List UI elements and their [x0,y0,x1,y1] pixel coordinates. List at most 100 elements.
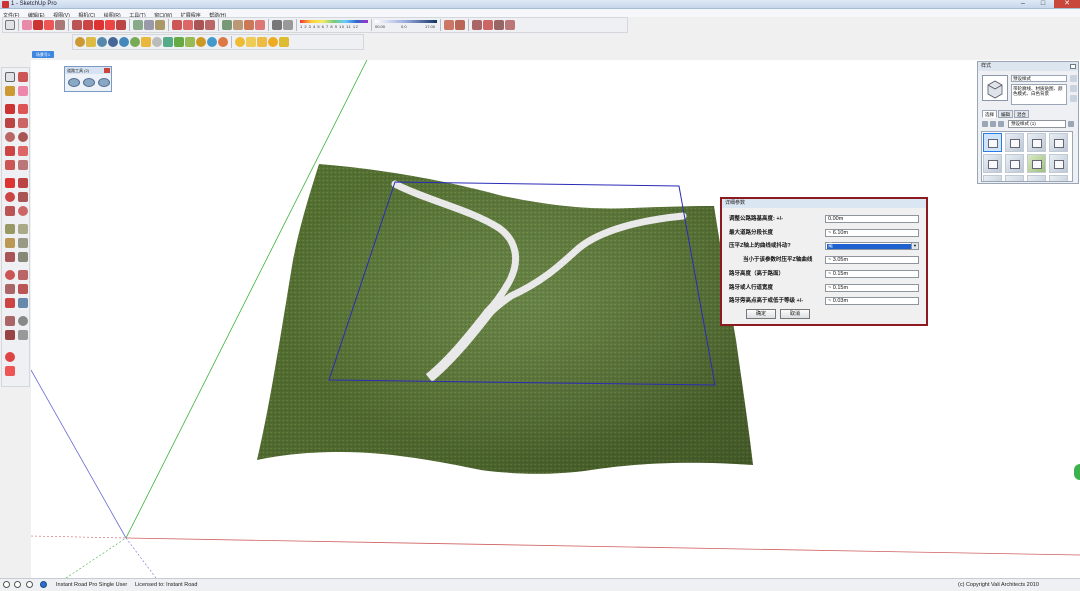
road-network-icon[interactable] [83,78,95,87]
scale-tool-icon[interactable] [5,206,15,216]
style-swatch[interactable] [983,154,1002,173]
road-edit-icon[interactable] [163,37,173,47]
scale-icon[interactable] [105,20,115,30]
road-settings-icon[interactable] [141,37,151,47]
style-swatch[interactable] [1005,133,1024,152]
chevron-down-icon[interactable]: ▼ [911,243,918,249]
arc-icon[interactable] [44,20,54,30]
zoom-tool-icon[interactable] [5,284,15,294]
sandbox-icon[interactable] [222,20,232,30]
style-swatch[interactable] [1049,154,1068,173]
make-component-icon[interactable] [18,72,28,82]
road-gear-icon[interactable] [5,352,15,362]
section-plane-icon[interactable] [18,330,28,340]
curb-height-input[interactable]: ~ 0.15m [825,270,919,278]
fog-icon[interactable] [283,20,293,30]
style-swatch[interactable] [983,175,1002,181]
road-terrain-icon[interactable] [130,37,140,47]
shadow-icon[interactable] [272,20,282,30]
components-icon[interactable] [244,20,254,30]
road-intersection-icon[interactable] [185,37,195,47]
road-height-input[interactable]: 0.00m [825,215,919,223]
sun-icon[interactable] [235,37,245,47]
pin-icon[interactable] [279,37,289,47]
zoom-icon[interactable] [194,20,204,30]
pan-icon[interactable] [183,20,193,30]
style-name-field[interactable]: 预设样式 [1011,75,1067,82]
road-draw-icon[interactable] [68,78,80,87]
maximize-button[interactable]: □ [1034,0,1052,8]
curb-offset-input[interactable]: ~ 0.03m [825,297,919,305]
side-extension-icon[interactable] [1074,464,1080,480]
line-icon[interactable] [5,104,15,114]
zoom-extents-tool-icon[interactable] [5,298,15,308]
orbit-tool-icon[interactable] [5,270,15,280]
select-icon[interactable] [5,72,15,82]
outliner-icon[interactable] [494,20,504,30]
paint-bucket-icon[interactable] [155,20,165,30]
style-swatch[interactable] [1027,133,1046,152]
flatten-z-select[interactable]: 是 ▼ [825,242,919,250]
user-icon[interactable] [26,581,33,588]
3d-text-icon[interactable] [18,252,28,262]
curb-width-input[interactable]: ~ 0.15m [825,284,919,292]
previous-view-icon[interactable] [18,298,28,308]
road-tool-icon[interactable] [75,37,85,47]
tape-icon[interactable] [5,224,15,234]
scene-tab[interactable]: 场景号1 [32,51,54,58]
style-swatch[interactable] [1027,154,1046,173]
create-style-icon[interactable] [1070,75,1077,82]
road-bridge-icon[interactable] [174,37,184,47]
pin-icon[interactable] [1070,64,1076,69]
road-grid-icon[interactable] [5,366,15,376]
rotate2-icon[interactable] [5,192,15,202]
road-pad-icon[interactable] [98,78,110,87]
minimize-button[interactable]: – [1014,0,1032,8]
pencil-icon[interactable] [33,20,43,30]
text-icon[interactable] [18,238,28,248]
followme2-icon[interactable] [18,192,28,202]
rotate-tool-icon[interactable] [5,160,15,170]
flag-icon[interactable] [246,37,256,47]
protractor-icon[interactable] [5,238,15,248]
pan-tool-icon[interactable] [18,270,28,280]
circle-icon[interactable] [18,118,28,128]
paint-icon[interactable] [5,86,15,96]
section-icon[interactable] [472,20,482,30]
rect-icon[interactable] [5,118,15,128]
arrow-icon[interactable] [257,37,267,47]
tab-mix[interactable]: 混合 [1014,110,1029,118]
offset-icon[interactable] [116,20,126,30]
offset-tool-icon[interactable] [18,206,28,216]
light-icon[interactable] [268,37,278,47]
entity-info-icon[interactable] [505,20,515,30]
tab-edit[interactable]: 编辑 [998,110,1013,118]
style-swatch[interactable] [1049,175,1068,181]
style-swatch[interactable] [1005,175,1024,181]
road-path-icon[interactable] [86,37,96,47]
style-swatch[interactable] [983,133,1002,152]
tape-measure-icon[interactable] [133,20,143,30]
arc-tool-icon[interactable] [18,132,28,142]
ok-button[interactable]: 确定 [746,309,776,319]
credits-icon[interactable] [14,581,21,588]
axes-icon[interactable] [5,252,15,262]
arc2-icon[interactable] [5,146,15,156]
geo-location-icon[interactable] [3,581,10,588]
refresh-style-icon[interactable] [1070,95,1077,102]
cancel-button[interactable]: 取消 [780,309,810,319]
pushpull-tool-icon[interactable] [18,178,28,188]
road-grade-icon[interactable] [97,37,107,47]
zoom-window-icon[interactable] [18,284,28,294]
layers-icon[interactable] [483,20,493,30]
road-roundabout-icon[interactable] [196,37,206,47]
contour-icon[interactable] [455,20,465,30]
rectangle-icon[interactable] [55,20,65,30]
road-point-icon[interactable] [152,37,162,47]
text-tool-icon[interactable] [144,20,154,30]
eraser-icon[interactable] [22,20,32,30]
position-camera-icon[interactable] [5,316,15,326]
terrain-tool-icon[interactable] [444,20,454,30]
style-swatch[interactable] [1005,154,1024,173]
look-around-icon[interactable] [18,316,28,326]
